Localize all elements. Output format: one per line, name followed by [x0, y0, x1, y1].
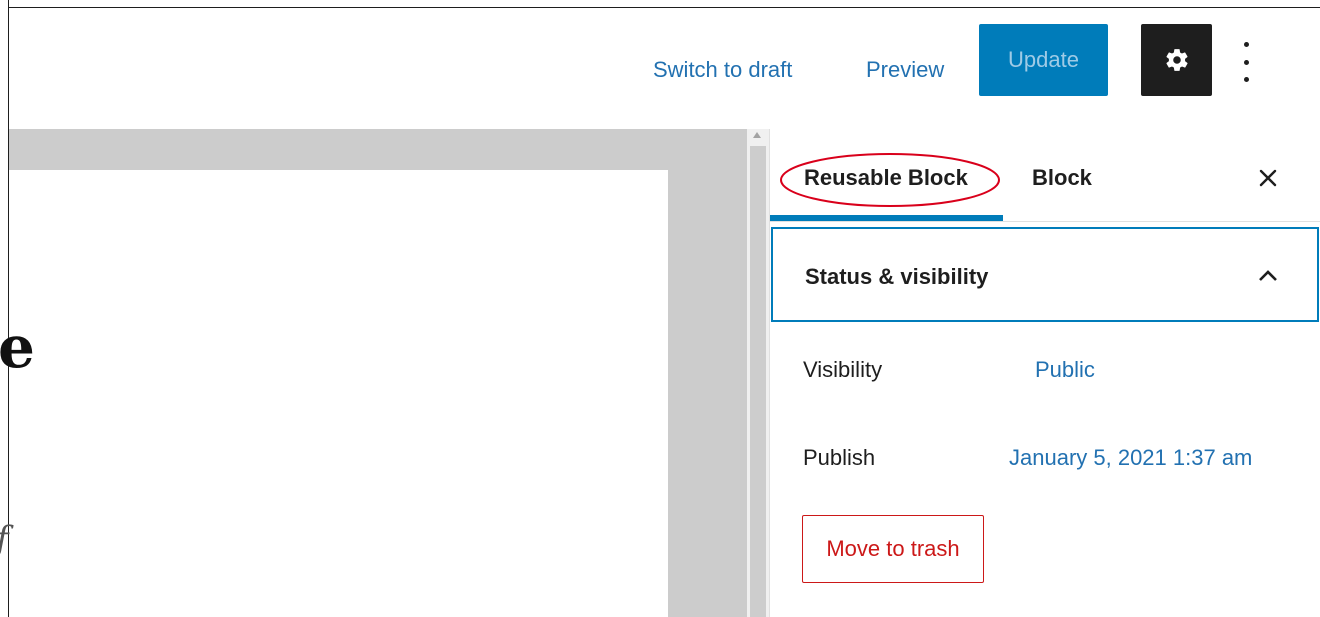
chevron-up-icon	[1259, 270, 1277, 281]
tab-block[interactable]: Block	[1032, 163, 1092, 193]
switch-to-draft-button[interactable]: Switch to draft	[653, 57, 792, 83]
preview-button[interactable]: Preview	[866, 57, 944, 83]
partial-paragraph-text[interactable]: f	[0, 522, 9, 556]
move-to-trash-button[interactable]: Move to trash	[802, 515, 984, 583]
tabs-divider	[770, 221, 1320, 222]
panel-title: Status & visibility	[805, 264, 989, 289]
close-sidebar-button[interactable]	[1252, 162, 1284, 194]
annotation-circle	[780, 153, 1000, 207]
partial-heading-text[interactable]: e	[0, 318, 35, 376]
settings-button[interactable]	[1141, 24, 1212, 96]
update-button[interactable]: Update	[979, 24, 1108, 96]
scroll-up-arrow-icon[interactable]	[753, 132, 761, 138]
publish-label: Publish	[803, 445, 876, 470]
status-visibility-panel-toggle[interactable]: Status & visibility	[771, 227, 1319, 322]
gear-icon	[1165, 49, 1188, 71]
publish-date-button[interactable]: January 5, 2021 1:37 am	[1009, 445, 1252, 471]
scrollbar-thumb[interactable]	[750, 146, 766, 617]
vertical-ellipsis-icon	[1243, 42, 1249, 47]
visibility-label: Visibility	[803, 357, 883, 382]
editor-canvas-page[interactable]	[9, 170, 668, 617]
visibility-value-button[interactable]: Public	[1035, 357, 1095, 383]
close-icon	[1259, 169, 1277, 187]
more-options-button[interactable]	[1232, 40, 1260, 84]
